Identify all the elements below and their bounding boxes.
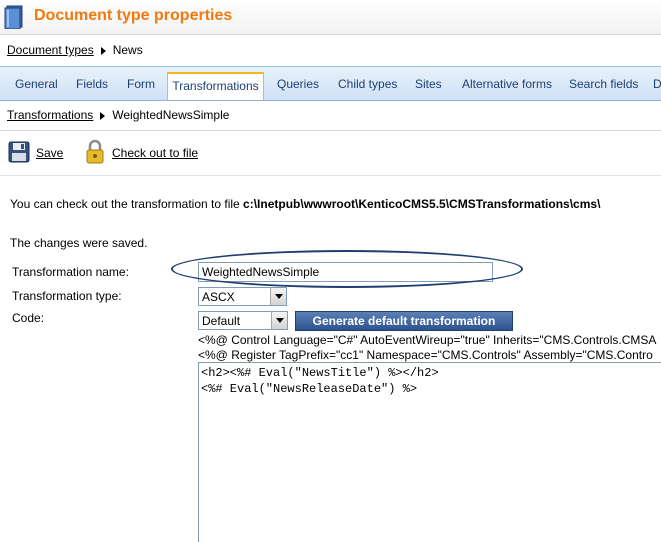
tab-transformations[interactable]: Transformations [167,72,264,100]
breadcrumb-arrow-icon [100,111,106,120]
tab-search-fields[interactable]: Search fields [569,77,638,91]
transformation-name-label: Transformation name: [12,265,129,279]
sub-breadcrumb: Transformations WeightedNewsSimple [7,108,229,122]
page-header: Document type properties [0,0,661,35]
register-directive-text: <%@ Register TagPrefix="cc1" Namespace="… [198,348,653,362]
tab-d[interactable]: D [653,77,661,91]
control-directive-text: <%@ Control Language="C#" AutoEventWireu… [198,333,657,347]
book-icon [4,5,23,29]
breadcrumb-document-types-link[interactable]: Document types [7,43,94,57]
page-title: Document type properties [34,7,233,24]
checkout-info-text: You can check out the transformation to … [10,197,600,211]
breadcrumb-current: News [112,43,143,57]
code-label: Code: [12,311,45,325]
tab-sites[interactable]: Sites [415,77,442,91]
checkout-path: c:\Inetpub\wwwroot\KenticoCMS5.5\CMSTran… [243,197,601,211]
tab-queries[interactable]: Queries [277,77,319,91]
code-template-value: Default [202,314,241,328]
code-line: <h2><%# Eval("NewsTitle") %></h2> [201,366,439,380]
tab-general[interactable]: General [15,77,58,91]
tab-fields[interactable]: Fields [76,77,108,91]
save-button[interactable]: Save [36,146,63,160]
divider [0,130,661,131]
code-line: <%# Eval("NewsReleaseDate") %> [201,382,418,396]
code-template-select[interactable]: Default [198,311,288,330]
info-prefix: You can check out the transformation to … [10,197,244,211]
tab-form[interactable]: Form [127,77,155,91]
transformation-type-label: Transformation type: [12,289,122,303]
tab-bar: General Fields Form Transformations Quer… [0,66,661,101]
floppy-disk-icon[interactable] [8,141,30,163]
breadcrumb: Document types News [7,43,143,57]
breadcrumb-transformations-link[interactable]: Transformations [7,108,93,122]
lock-icon[interactable] [85,139,105,164]
tab-alternative-forms[interactable]: Alternative forms [462,77,552,91]
transformation-name-input[interactable] [198,262,493,282]
divider [0,175,661,176]
breadcrumb-current: WeightedNewsSimple [112,108,230,122]
generate-default-transformation-button[interactable]: Generate default transformation [295,311,513,331]
status-message: The changes were saved. [10,236,148,250]
chevron-down-icon[interactable] [270,288,286,305]
transformation-type-value: ASCX [202,290,235,304]
transformation-type-select[interactable]: ASCX [198,287,287,306]
check-out-to-file-button[interactable]: Check out to file [112,146,198,160]
chevron-down-icon[interactable] [271,312,287,329]
tab-child-types[interactable]: Child types [338,77,397,91]
breadcrumb-arrow-icon [100,46,106,55]
